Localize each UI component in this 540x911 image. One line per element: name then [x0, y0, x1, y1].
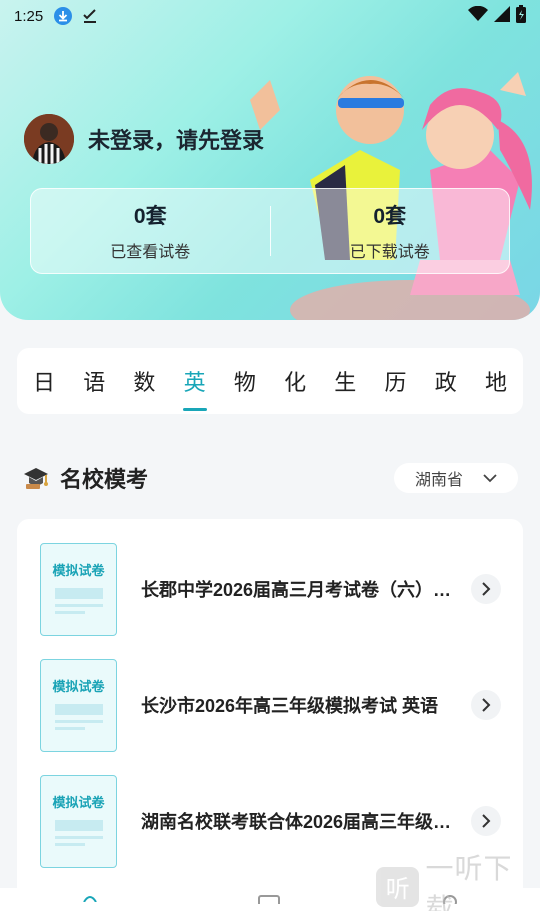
avatar[interactable]: [24, 114, 74, 164]
exam-title: 长沙市2026年高三年级模拟考试 英语: [141, 696, 439, 716]
exam-title: 长郡中学2026届高三月考试卷（六）英语: [141, 580, 466, 600]
library-tab-icon[interactable]: [258, 894, 280, 904]
home-tab-icon[interactable]: [80, 892, 100, 902]
tab-subject-politics[interactable]: 政: [433, 365, 459, 397]
exam-title: 湖南名校联考联合体2026届高三年级联考 英语: [141, 812, 466, 832]
chevron-right-icon[interactable]: [471, 574, 501, 604]
chevron-right-icon[interactable]: [471, 690, 501, 720]
section-title: 名校模考: [60, 467, 149, 492]
viewed-papers-count: 0套: [133, 205, 167, 228]
chevron-down-icon: [483, 474, 497, 483]
province-select[interactable]: 湖南省: [394, 463, 518, 493]
viewed-papers-label: 已查看试卷: [110, 244, 191, 261]
status-bar: 1:25: [0, 0, 540, 32]
watermark-icon: 听: [376, 866, 420, 907]
download-status-icon: [53, 6, 73, 26]
watermark-text: 一听下载: [425, 852, 513, 911]
thumbnail-label: 模拟试卷: [52, 562, 105, 578]
login-prompt[interactable]: 未登录，请先登录: [88, 123, 264, 155]
profile-section[interactable]: 未登录，请先登录: [24, 114, 264, 164]
tab-subject-english[interactable]: 英: [182, 365, 208, 411]
header-banner: 1:25 未登录，请先登录 0套 已查看试卷 0套 已下载试卷: [0, 0, 540, 320]
tab-subject-chemistry[interactable]: 化: [282, 365, 308, 397]
battery-icon: [516, 5, 526, 27]
chevron-right-icon[interactable]: [471, 806, 501, 836]
graduation-cap-icon: [24, 468, 48, 489]
tab-subject-geography[interactable]: 地: [483, 365, 509, 397]
exam-thumbnail: 模拟试卷: [40, 542, 117, 636]
subject-tabs: 日 语 数 英 物 化 生 历 政 地: [17, 348, 523, 414]
tab-subject-biology[interactable]: 生: [332, 365, 358, 397]
province-value: 湖南省: [414, 472, 463, 489]
watermark-logo: 听 一听下载: [376, 853, 540, 911]
tab-subject-chinese[interactable]: 语: [81, 365, 107, 397]
tab-subject-physics[interactable]: 物: [232, 365, 258, 397]
stats-panel: 0套 已查看试卷 0套 已下载试卷: [30, 188, 510, 274]
section-header: 名校模考 湖南省: [22, 460, 518, 496]
status-time: 1:25: [14, 7, 44, 25]
list-item[interactable]: 模拟试卷 长沙市2026年高三年级模拟考试 英语: [17, 657, 523, 753]
signal-icon: [494, 6, 510, 26]
exam-list: 模拟试卷 长郡中学2026届高三月考试卷（六）英语 模拟试卷 长沙市2026年高…: [17, 519, 523, 899]
downloaded-papers-stat[interactable]: 0套 已下载试卷: [271, 200, 510, 262]
downloaded-papers-count: 0套: [373, 205, 407, 228]
viewed-papers-stat[interactable]: 0套 已查看试卷: [31, 200, 270, 262]
exam-thumbnail: 模拟试卷: [40, 774, 117, 868]
downloaded-papers-label: 已下载试卷: [349, 244, 430, 261]
thumbnail-label: 模拟试卷: [52, 678, 105, 694]
tab-subject-japanese[interactable]: 日: [31, 365, 57, 397]
list-item[interactable]: 模拟试卷 长郡中学2026届高三月考试卷（六）英语: [17, 541, 523, 637]
thumbnail-label: 模拟试卷: [52, 794, 105, 810]
tab-subject-history[interactable]: 历: [383, 365, 409, 397]
download-done-icon: [81, 7, 99, 25]
exam-thumbnail: 模拟试卷: [40, 658, 117, 752]
tab-subject-math[interactable]: 数: [131, 365, 157, 397]
wifi-icon: [468, 5, 488, 26]
